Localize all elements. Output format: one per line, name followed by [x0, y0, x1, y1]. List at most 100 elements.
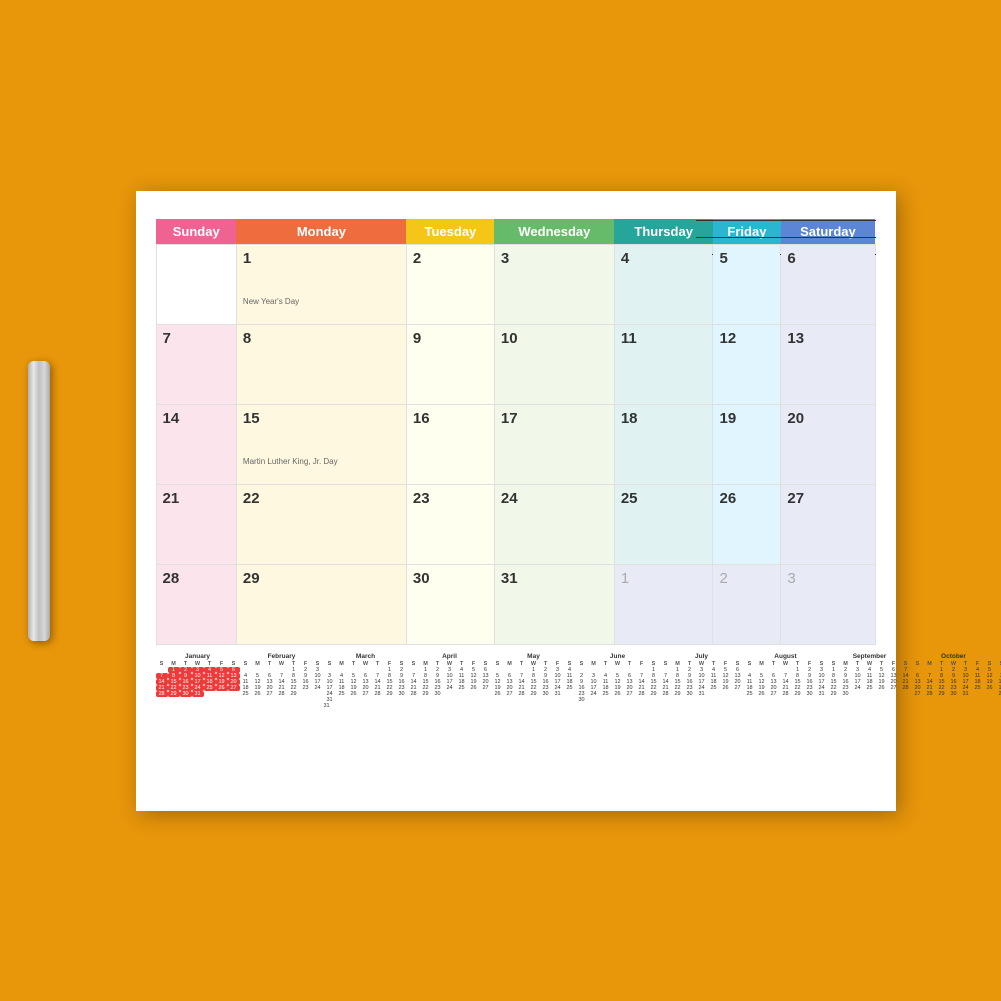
mini-cal-january: JanuarySMTWTFS12345678910111213141516171…: [156, 653, 240, 709]
mini-cal-day: 30: [432, 691, 444, 697]
mini-cal-day: 24: [192, 685, 204, 691]
day-cell-25: 25: [614, 484, 713, 564]
mini-cal-day: [216, 691, 228, 697]
mini-cal-day: 28: [156, 691, 168, 697]
mini-cal-grid: SMTWTFS123456789101112131415161718192021…: [408, 661, 492, 697]
week-row-3: 21222324252627: [156, 484, 875, 564]
day-number: 19: [719, 410, 736, 427]
fridge-handle: [28, 361, 50, 641]
day-cell-23: 23: [406, 484, 494, 564]
mini-cal-day: [564, 691, 576, 697]
day-cell-12: 12: [713, 324, 781, 404]
mini-cal-day: 29: [288, 691, 300, 697]
day-header-tuesday: Tuesday: [406, 219, 494, 245]
mini-cal-grid: SMTWTFS123456789101112131415161718192021…: [576, 661, 660, 703]
mini-cal-title: October: [912, 653, 996, 660]
mini-cal-day: [468, 691, 480, 697]
mini-cal-day: 29: [528, 691, 540, 697]
mini-cal-grid: SMTWTFS123456789101112131415161718192021…: [996, 661, 1001, 697]
mini-cal-march: MarchSMTWTFS1234567891011121314151617181…: [324, 653, 408, 709]
day-cell-3: 3: [781, 564, 875, 644]
day-header-monday: Monday: [236, 219, 406, 245]
mini-cal-february: FebruarySMTWTFS1234567891011121314151617…: [240, 653, 324, 709]
mini-cal-day: 28: [408, 691, 420, 697]
day-cell-2: 2: [406, 244, 494, 324]
mini-cal-day: 30: [180, 691, 192, 697]
day-cell-30: 30: [406, 564, 494, 644]
day-cell-18: 18: [614, 404, 713, 484]
mini-cal-grid: SMTWTFS123456789101112131415161718192021…: [240, 661, 324, 697]
day-number: 11: [621, 330, 637, 347]
day-number: 2: [719, 570, 727, 587]
mini-cal-day: [204, 691, 216, 697]
mini-cal-may: MaySMTWTFS123456789101112131415161718192…: [492, 653, 576, 709]
day-number: 4: [621, 250, 629, 267]
mini-cal-day: 30: [948, 691, 960, 697]
mini-cal-day: [384, 697, 396, 703]
mini-cal-day: [732, 691, 744, 697]
day-number: 18: [621, 410, 638, 427]
mini-cal-day: 15: [168, 679, 180, 685]
calendar: SundayMondayTuesdayWednesdayThursdayFrid…: [136, 191, 896, 811]
day-cell-2: 2: [713, 564, 781, 644]
mini-cal-day: [708, 691, 720, 697]
mini-cal-day: 22: [168, 685, 180, 691]
day-cell-9: 9: [406, 324, 494, 404]
mini-cal-day: [648, 697, 660, 703]
day-cell-1: 1New Year's Day: [236, 244, 406, 324]
mini-cal-april: AprilSMTWTFS1234567891011121314151617181…: [408, 653, 492, 709]
mini-cal-grid: SMTWTFS123456789101112131415161718192021…: [828, 661, 912, 697]
day-header-wednesday: Wednesday: [494, 219, 614, 245]
mini-cal-day: 29: [936, 691, 948, 697]
mini-cal-title: January: [156, 653, 240, 660]
mini-cal-day: [888, 691, 900, 697]
day-number: 16: [413, 410, 430, 427]
day-cell-8: 8: [236, 324, 406, 404]
mini-cal-day: [612, 697, 624, 703]
mini-cal-day: 26: [492, 691, 504, 697]
day-cell-3: 3: [494, 244, 614, 324]
day-number: 3: [501, 250, 509, 267]
day-cell-5: 5: [713, 244, 781, 324]
mini-cal-day: 30: [804, 691, 816, 697]
mini-cal-day-header: S: [228, 661, 240, 667]
mini-cal-june: JuneSMTWTFS12345678910111213141516171819…: [576, 653, 660, 709]
mini-cal-day: [228, 691, 240, 697]
mini-cal-day: [588, 697, 600, 703]
mini-cal-title: May: [492, 653, 576, 660]
mini-cal-day: 16: [180, 679, 192, 685]
mini-cal-day: [636, 697, 648, 703]
mini-cal-day: 30: [540, 691, 552, 697]
mini-cal-day: 31: [696, 691, 708, 697]
calendar-grid: SundayMondayTuesdayWednesdayThursdayFrid…: [156, 219, 876, 645]
day-number: 31: [501, 570, 518, 587]
day-number: 28: [163, 570, 180, 587]
mini-cal-day-header: M: [168, 661, 180, 667]
mini-cal-day: [336, 697, 348, 703]
mini-cal-november: NovemberSMTWTFS1234567891011121314151617…: [996, 653, 1001, 709]
calendar-body: 1New Year's Day23456789101112131415Marti…: [156, 244, 875, 644]
mini-cal-title: June: [576, 653, 660, 660]
mini-cal-day: 7: [156, 673, 168, 679]
mini-cal-title: August: [744, 653, 828, 660]
day-number: 25: [621, 490, 638, 507]
notes-line-1: [696, 209, 876, 221]
day-cell-1: 1: [614, 564, 713, 644]
day-header-sunday: Sunday: [156, 219, 236, 245]
mini-cal-grid: SMTWTFS123456789101112131415161718192021…: [912, 661, 996, 697]
day-cell-19: 19: [713, 404, 781, 484]
mini-cal-day: 31: [552, 691, 564, 697]
mini-cal-day: [720, 691, 732, 697]
mini-cal-day: 29: [828, 691, 840, 697]
mini-cal-day: 30: [576, 697, 588, 703]
day-cell-4: 4: [614, 244, 713, 324]
mini-cal-day: 20: [228, 679, 240, 685]
mini-cal-day: 19: [216, 679, 228, 685]
mini-cal-day: [876, 691, 888, 697]
mini-cal-august: AugustSMTWTFS123456789101112131415161718…: [744, 653, 828, 709]
mini-cal-day: 6: [228, 667, 240, 673]
notes-line-2: [696, 226, 876, 238]
mini-cal-day-header: T: [204, 661, 216, 667]
mini-cal-day: [300, 691, 312, 697]
mini-cal-title: September: [828, 653, 912, 660]
